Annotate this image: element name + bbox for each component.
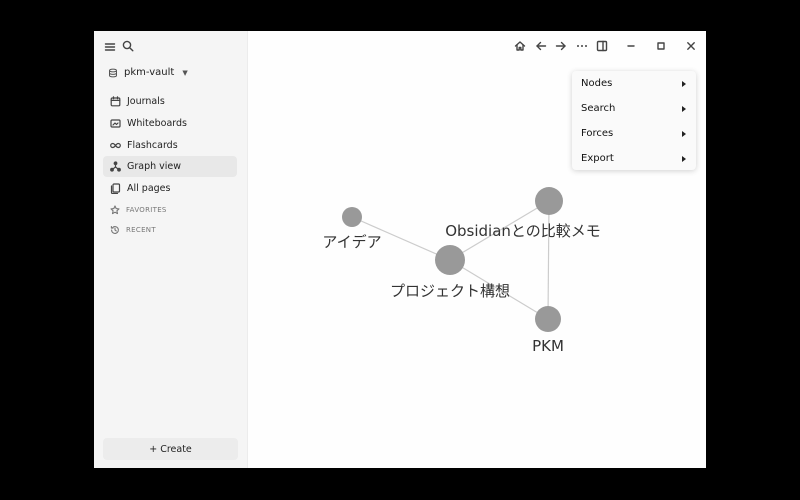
- hamburger-icon: [104, 43, 116, 51]
- sidebar-item-journals[interactable]: Journals: [103, 91, 237, 112]
- graph-node-label-project[interactable]: プロジェクト構想: [390, 282, 510, 300]
- sidebar-item-label: Flashcards: [127, 139, 178, 151]
- favorites-section[interactable]: FAVORITES: [103, 200, 237, 220]
- app-window: pkm-vault ▼ Journals Whiteboards Flashca…: [94, 31, 706, 468]
- forward-button[interactable]: [554, 39, 568, 53]
- sidebar-item-graph-view[interactable]: Graph view: [103, 156, 237, 178]
- chevron-down-icon: ▼: [182, 68, 188, 77]
- graph-settings-menu: Nodes Search Forces Export: [572, 71, 696, 170]
- create-button[interactable]: + Create: [103, 438, 238, 460]
- whiteboard-icon: [110, 119, 121, 128]
- menu-item-nodes[interactable]: Nodes: [572, 71, 696, 96]
- recent-section[interactable]: RECENT: [103, 220, 237, 240]
- close-icon: [687, 42, 695, 50]
- graph-icon: [110, 161, 121, 172]
- left-sidebar: pkm-vault ▼ Journals Whiteboards Flashca…: [94, 31, 248, 468]
- more-button[interactable]: [575, 39, 589, 53]
- graph-node-obsidian[interactable]: [535, 187, 563, 215]
- maximize-button[interactable]: [654, 39, 668, 53]
- vault-name: pkm-vault: [124, 67, 175, 78]
- sidebar-item-label: Whiteboards: [127, 117, 188, 129]
- infinity-icon: [110, 142, 121, 148]
- home-button[interactable]: [513, 39, 527, 53]
- sidebar-item-whiteboards[interactable]: Whiteboards: [103, 113, 237, 134]
- star-icon: [110, 205, 120, 215]
- more-dots-icon: [577, 45, 587, 47]
- vault-selector[interactable]: pkm-vault ▼: [108, 67, 188, 78]
- menu-item-label: Export: [581, 153, 614, 164]
- menu-toggle-button[interactable]: [103, 40, 117, 54]
- arrow-right-icon: [555, 41, 566, 51]
- database-icon: [109, 68, 117, 77]
- chevron-right-icon: [682, 80, 686, 87]
- menu-item-label: Forces: [581, 128, 614, 139]
- home-icon: [514, 41, 526, 51]
- menu-item-label: Nodes: [581, 78, 613, 89]
- chevron-right-icon: [682, 155, 686, 162]
- pages-icon: [110, 183, 121, 195]
- menu-item-label: Search: [581, 103, 616, 114]
- arrow-left-icon: [536, 41, 547, 51]
- sidebar-item-label: All pages: [127, 183, 171, 195]
- calendar-icon: [110, 96, 121, 107]
- create-label: + Create: [149, 443, 192, 455]
- toggle-right-sidebar-button[interactable]: [595, 39, 609, 53]
- minimize-icon: [627, 45, 635, 47]
- graph-node-label-pkm[interactable]: PKM: [532, 337, 564, 355]
- recent-label: RECENT: [126, 226, 156, 235]
- sidebar-item-all-pages[interactable]: All pages: [103, 178, 237, 199]
- close-button[interactable]: [684, 39, 698, 53]
- graph-node-idea[interactable]: [342, 207, 362, 227]
- sidebar-item-label: Journals: [127, 96, 165, 107]
- graph-canvas[interactable]: アイデア プロジェクト構想 Obsidianとの比較メモ PKM Nodes S…: [248, 31, 706, 468]
- graph-node-project[interactable]: [435, 245, 465, 275]
- search-button[interactable]: [121, 39, 135, 53]
- sidebar-nav: Journals Whiteboards Flashcards Graph vi…: [103, 91, 237, 240]
- sidebar-item-label: Graph view: [127, 161, 182, 173]
- graph-labels: アイデアプロジェクト構想 Obsidianとの比較メモ PKM: [322, 222, 600, 355]
- menu-item-export[interactable]: Export: [572, 146, 696, 171]
- search-icon: [122, 40, 134, 52]
- graph-node-label-idea[interactable]: アイデア: [322, 233, 381, 251]
- menu-item-forces[interactable]: Forces: [572, 121, 696, 146]
- back-button[interactable]: [534, 39, 548, 53]
- chevron-right-icon: [682, 130, 686, 137]
- chevron-right-icon: [682, 105, 686, 112]
- graph-nodes: [342, 187, 563, 332]
- menu-item-search[interactable]: Search: [572, 96, 696, 121]
- sidebar-item-flashcards[interactable]: Flashcards: [103, 135, 237, 156]
- history-icon: [110, 226, 119, 235]
- graph-edge-obsidian-pkm: [547, 200, 550, 320]
- graph-node-label-obsidian[interactable]: Obsidianとの比較メモ: [445, 222, 601, 240]
- maximize-icon: [657, 42, 665, 50]
- sidebar-icon: [596, 40, 608, 52]
- graph-node-pkm[interactable]: [535, 306, 561, 332]
- minimize-button[interactable]: [624, 39, 638, 53]
- favorites-label: FAVORITES: [126, 206, 167, 215]
